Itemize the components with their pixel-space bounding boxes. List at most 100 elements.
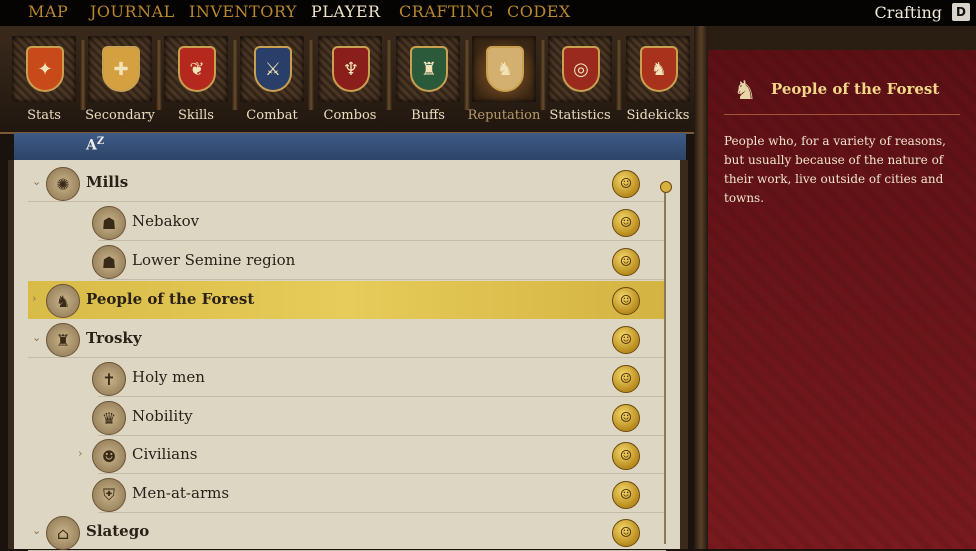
reputation-row[interactable]: › ☻ Civilians ☺ [28, 436, 666, 474]
faction-name: People of the Forest [86, 290, 255, 308]
reputation-group-row[interactable]: › ♞ People of the Forest ☺ [28, 281, 666, 319]
chevron-right-icon[interactable]: › [78, 447, 82, 460]
faction-name: Men-at-arms [132, 484, 230, 502]
faction-name: Mills [86, 173, 129, 191]
reputation-group-row[interactable]: ⌄ ⌂ Slatego ☺ [28, 513, 666, 551]
faction-emblem-icon: ☻ [92, 439, 126, 473]
tab-label: Sidekicks [626, 108, 690, 123]
reputation-status-icon: ☺ [612, 170, 640, 198]
nav-map[interactable]: MAP [28, 2, 68, 21]
tab-label: Skills [178, 108, 214, 123]
tab-label: Reputation [467, 108, 541, 123]
row-separator [28, 201, 666, 202]
scrollbar-thumb[interactable] [660, 181, 672, 193]
tab-label: Combat [246, 108, 298, 123]
nav-journal[interactable]: JOURNAL [90, 2, 175, 21]
tab-buffs[interactable]: ♜ Buffs [390, 26, 466, 132]
reputation-group-row[interactable]: ⌄ ♜ Trosky ☺ [28, 320, 666, 358]
scrollbar-track[interactable] [664, 184, 666, 544]
faction-emblem-icon: ♛ [92, 401, 126, 435]
tab-label: Buffs [411, 108, 445, 123]
sidekicks-icon: ♞ [640, 46, 678, 92]
chevron-down-icon[interactable]: ⌄ [32, 331, 41, 344]
reputation-status-icon: ☺ [612, 519, 640, 547]
nav-crafting[interactable]: CRAFTING [399, 2, 494, 21]
faction-name: Holy men [132, 368, 205, 386]
tab-skills[interactable]: ❦ Skills [158, 26, 234, 132]
faction-name: Trosky [86, 329, 142, 347]
row-separator [98, 240, 666, 241]
reputation-status-icon: ☺ [612, 404, 640, 432]
row-separator [28, 357, 666, 358]
faction-emblem-icon: ♜ [46, 323, 80, 357]
reputation-list: ⌄ ✺ Mills ☺ ☗ Nebakov ☺ ☗ Lower Semine region ☺ › ♞… [8, 160, 688, 551]
reputation-status-icon: ☺ [612, 287, 640, 315]
stats-icon: ✦ [26, 46, 64, 92]
detail-divider [724, 114, 960, 115]
chevron-right-icon[interactable]: › [32, 292, 36, 305]
nav-player[interactable]: PLAYER [311, 2, 381, 21]
tab-combat[interactable]: ⚔ Combat [234, 26, 310, 132]
faction-emblem-icon: ☗ [92, 245, 126, 279]
faction-name: Slatego [86, 522, 150, 540]
faction-emblem-icon: ⛨ [92, 478, 126, 512]
top-navigation: Crafting D MAP JOURNAL INVENTORY PLAYER CRAF… [0, 0, 976, 26]
reputation-row[interactable]: ☗ Lower Semine region ☺ [28, 242, 666, 280]
row-separator [98, 279, 666, 280]
reputation-status-icon: ☺ [612, 326, 640, 354]
tab-label: Statistics [549, 108, 611, 123]
faction-emblem-icon: ✝ [92, 362, 126, 396]
tab-reputation[interactable]: ♞ Reputation [466, 26, 542, 132]
crafting-hint-label[interactable]: Crafting [875, 3, 942, 22]
statistics-icon: ◎ [562, 46, 600, 92]
tab-combos[interactable]: ♆ Combos [312, 26, 388, 132]
secondary-icon: ✚ [102, 46, 140, 92]
player-tab-bar: ✦ Stats ✚ Secondary ❦ Skills ⚔ Combat ♆ Combos ♜ Bu… [0, 26, 700, 134]
combos-icon: ♆ [332, 46, 370, 92]
nav-codex[interactable]: CODEX [507, 2, 571, 21]
chevron-down-icon[interactable]: ⌄ [32, 175, 41, 188]
reputation-icon: ♞ [486, 46, 524, 92]
tab-label: Stats [27, 108, 61, 123]
faction-name: Lower Semine region [132, 251, 296, 269]
tab-label: Secondary [85, 108, 155, 123]
panel-divider [694, 26, 708, 549]
reputation-status-icon: ☺ [612, 365, 640, 393]
sort-alphabetical-button[interactable]: AZ [86, 136, 104, 154]
tab-stats[interactable]: ✦ Stats [6, 26, 82, 132]
faction-name: Civilians [132, 445, 198, 463]
detail-panel: ♞ People of the Forest People who, for a… [708, 50, 976, 549]
reputation-row[interactable]: ⛨ Men-at-arms ☺ [28, 475, 666, 513]
reputation-status-icon: ☺ [612, 481, 640, 509]
chevron-down-icon[interactable]: ⌄ [32, 524, 41, 537]
faction-emblem-icon: ♞ [46, 284, 80, 318]
nav-inventory[interactable]: INVENTORY [189, 2, 297, 21]
detail-top-strip [708, 26, 976, 50]
tab-secondary[interactable]: ✚ Secondary [82, 26, 158, 132]
reputation-status-icon: ☺ [612, 442, 640, 470]
reputation-row[interactable]: ☗ Nebakov ☺ [28, 203, 666, 241]
faction-emblem-icon: ☗ [92, 206, 126, 240]
detail-title: People of the Forest [771, 80, 940, 98]
sort-bar: AZ [14, 133, 686, 160]
combat-icon: ⚔ [254, 46, 292, 92]
reputation-status-icon: ☺ [612, 209, 640, 237]
crafting-key-icon[interactable]: D [952, 3, 970, 21]
faction-name: Nebakov [132, 212, 200, 230]
tab-sidekicks[interactable]: ♞ Sidekicks [620, 26, 696, 132]
reputation-status-icon: ☺ [612, 248, 640, 276]
reputation-row[interactable]: ✝ Holy men ☺ [28, 359, 666, 397]
faction-emblem-icon: ✺ [46, 167, 80, 201]
reputation-row[interactable]: ♛ Nobility ☺ [28, 398, 666, 436]
buffs-icon: ♜ [410, 46, 448, 92]
tab-label: Combos [323, 108, 377, 123]
row-separator [98, 473, 666, 474]
reputation-group-row[interactable]: ⌄ ✺ Mills ☺ [28, 164, 666, 202]
people-of-the-forest-icon: ♞ [733, 76, 757, 106]
tab-statistics[interactable]: ◎ Statistics [542, 26, 618, 132]
faction-name: Nobility [132, 407, 193, 425]
faction-emblem-icon: ⌂ [46, 516, 80, 550]
row-separator [98, 396, 666, 397]
skills-icon: ❦ [178, 46, 216, 92]
detail-description: People who, for a variety of reasons, bu… [724, 134, 946, 205]
